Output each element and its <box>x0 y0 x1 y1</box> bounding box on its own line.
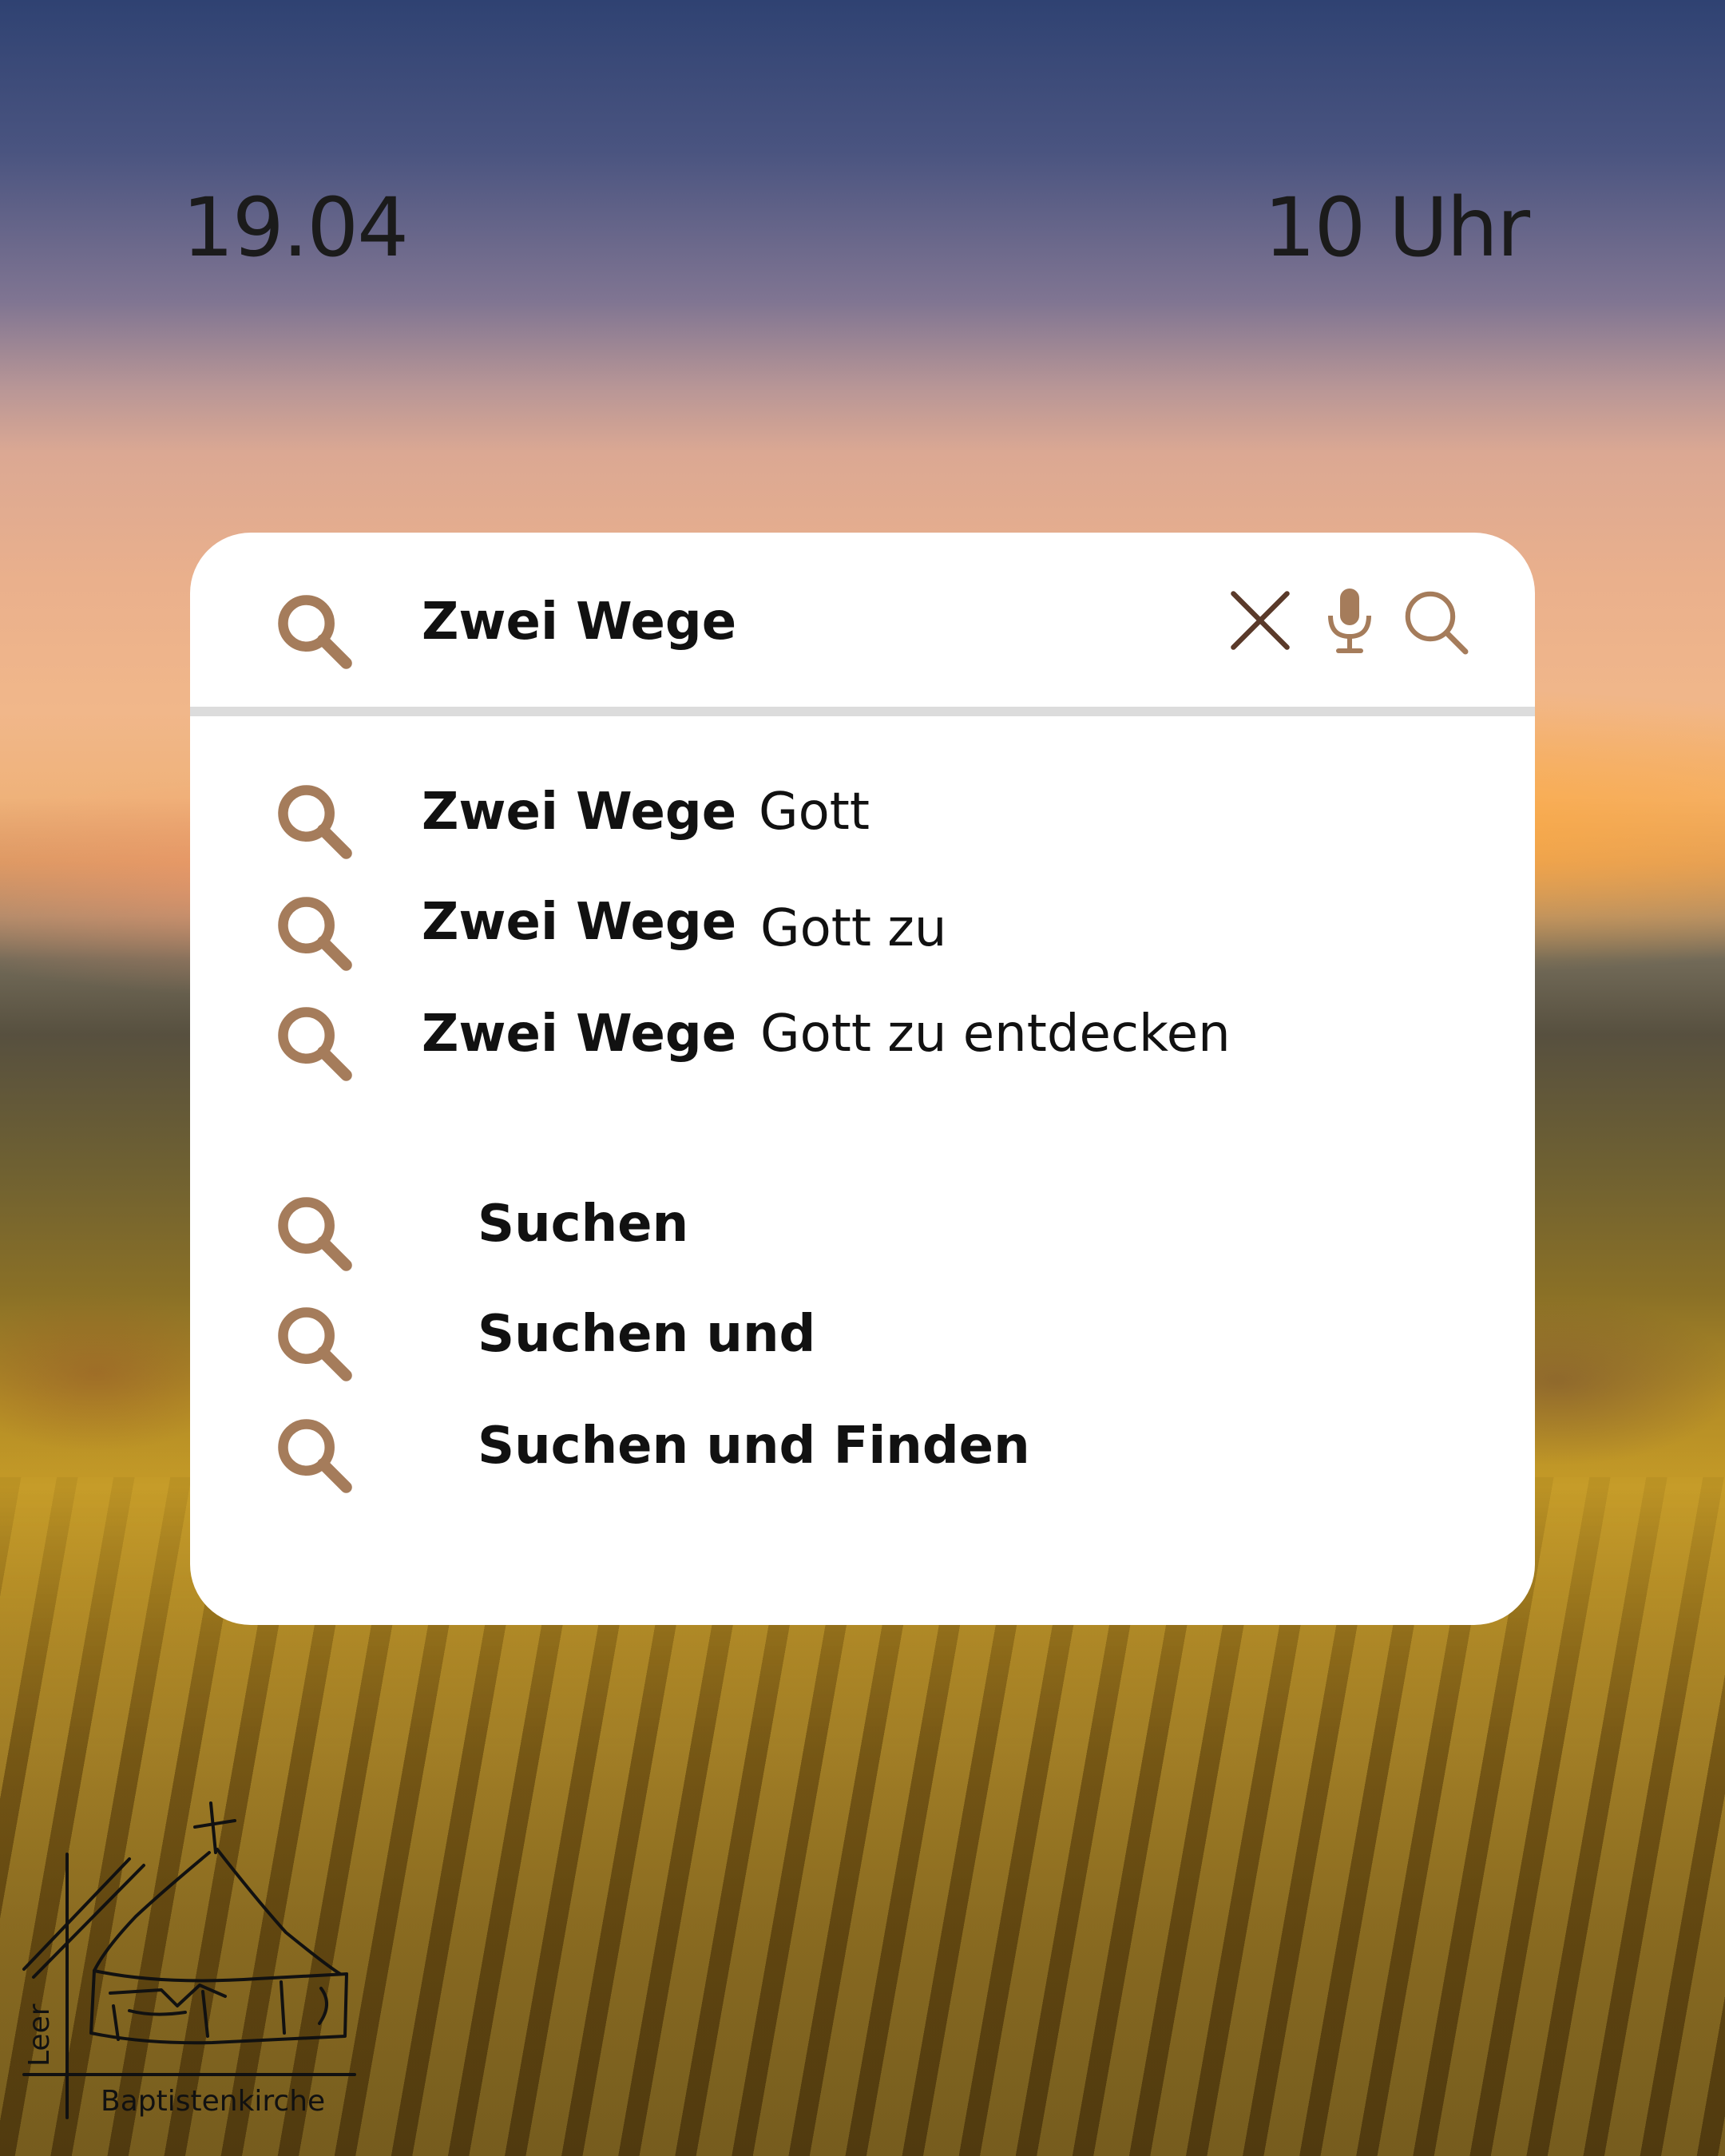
church-logo-icon <box>22 1801 356 2119</box>
search-bar[interactable]: Zwei Wege <box>190 533 1535 708</box>
suggestion-completion: Gott zu entdecken <box>760 1005 1231 1064</box>
logo-town-label: Leer <box>23 2003 56 2067</box>
search-submit-icon[interactable] <box>1401 587 1471 657</box>
search-input[interactable]: Zwei Wege <box>422 596 736 648</box>
search-icon <box>278 1419 352 1493</box>
search-icon <box>278 1307 352 1381</box>
suggestion-completion: Gott <box>759 783 870 842</box>
search-card: Zwei Wege Zwei Wege Gott Zwei Wege Gott … <box>190 533 1535 1625</box>
search-icon <box>278 595 352 669</box>
logo-name-label: Baptistenkirche <box>101 2085 326 2118</box>
close-icon[interactable] <box>1228 589 1292 652</box>
search-icon <box>278 785 352 859</box>
suggestion-label: Suchen <box>478 1195 689 1254</box>
event-time: 10 Uhr <box>1263 180 1530 275</box>
suggestion-completion: Gott zu <box>760 899 947 958</box>
microphone-icon[interactable] <box>1324 587 1375 656</box>
search-icon <box>278 1007 352 1081</box>
suggestion-label: Suchen und <box>478 1305 816 1364</box>
suggestion-query: Zwei Wege <box>422 1005 737 1064</box>
suggestion-label: Suchen und Finden <box>478 1417 1030 1476</box>
suggestion-query: Zwei Wege <box>422 893 737 952</box>
suggestion-query: Zwei Wege <box>422 783 737 842</box>
event-date: 19.04 <box>182 180 409 275</box>
search-divider <box>190 707 1535 716</box>
search-icon <box>278 897 352 971</box>
search-icon <box>278 1197 352 1271</box>
